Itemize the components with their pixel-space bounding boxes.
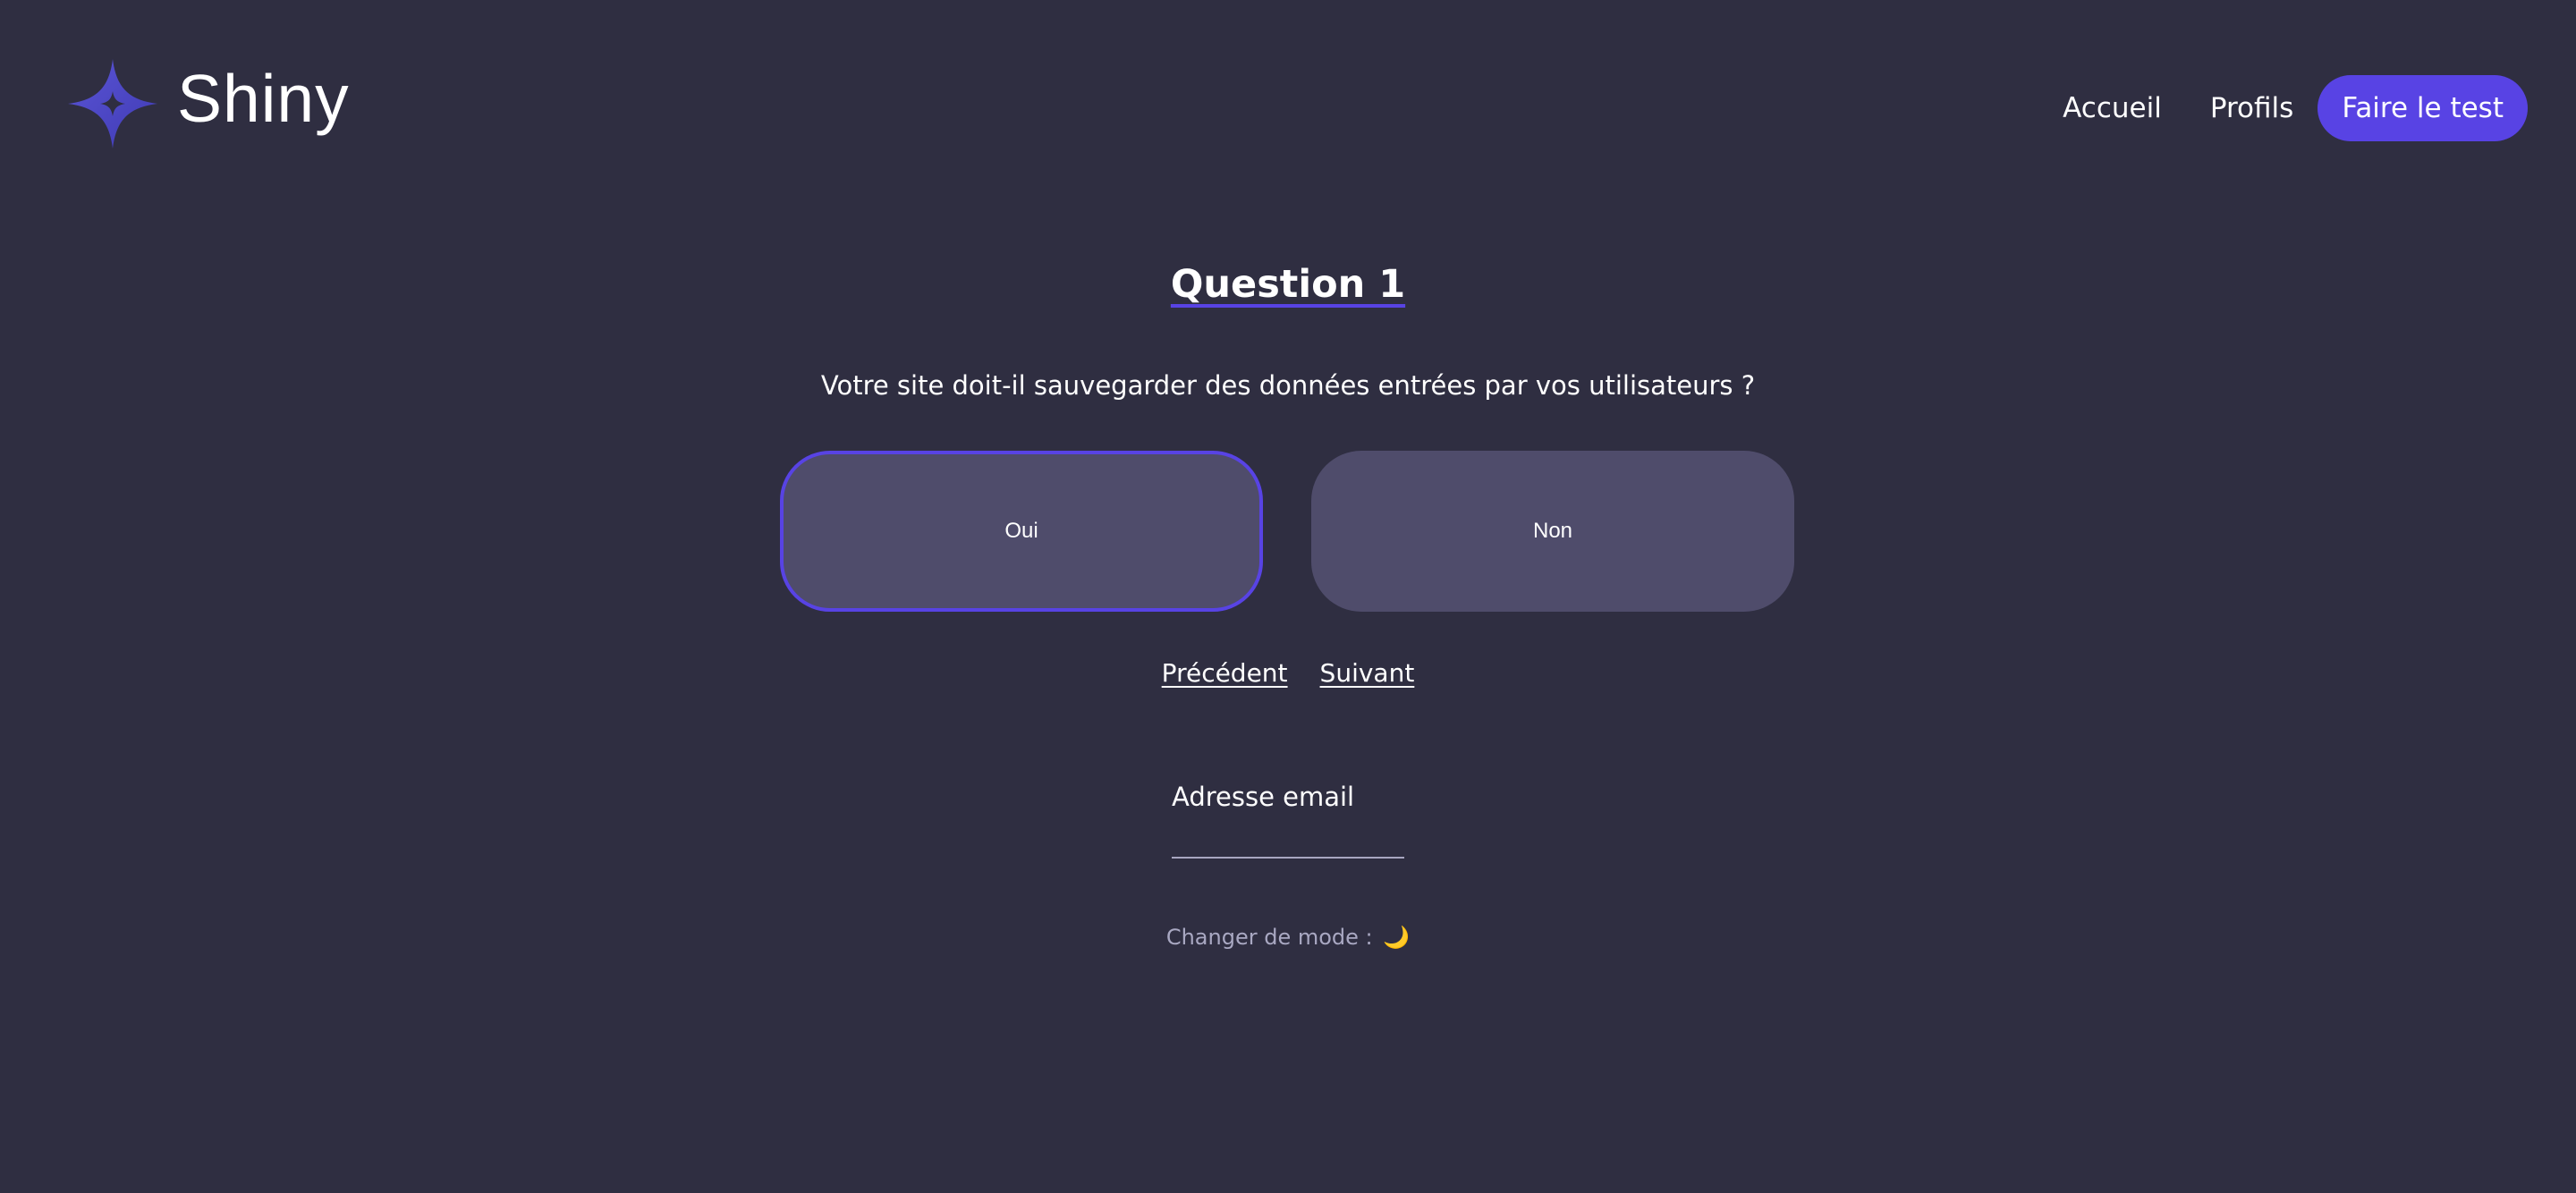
main-navigation: Accueil Profils Faire le test: [2063, 75, 2528, 141]
moon-icon: 🌙: [1383, 925, 1411, 950]
next-link[interactable]: Suivant: [1320, 658, 1415, 688]
theme-toggle-label: Changer de mode :: [1165, 925, 1373, 950]
faire-le-test-button[interactable]: Faire le test: [2318, 75, 2528, 141]
nav-link-profils[interactable]: Profils: [2210, 94, 2293, 123]
logo-wordmark: Shiny: [177, 60, 350, 136]
answer-non-button[interactable]: Non: [1311, 451, 1794, 612]
question-pagination: Précédent Suivant: [0, 658, 2576, 688]
shiny-star-icon: [68, 59, 157, 148]
answer-oui-button[interactable]: Oui: [780, 451, 1263, 612]
email-input[interactable]: [1172, 828, 1404, 859]
shiny-logo[interactable]: Shiny: [66, 57, 350, 150]
email-field-group: Adresse email: [1172, 782, 1404, 859]
question-title: Question 1: [1170, 262, 1406, 308]
email-label: Adresse email: [1172, 782, 1355, 812]
previous-link[interactable]: Précédent: [1162, 658, 1288, 688]
nav-link-accueil[interactable]: Accueil: [2063, 94, 2162, 123]
question-title-wrapper: Question 1: [0, 262, 2576, 307]
theme-toggle[interactable]: Changer de mode : 🌙: [0, 925, 2576, 950]
site-header: Shiny Accueil Profils Faire le test: [0, 0, 2576, 215]
question-text: Votre site doit-il sauvegarder des donné…: [820, 370, 1756, 401]
